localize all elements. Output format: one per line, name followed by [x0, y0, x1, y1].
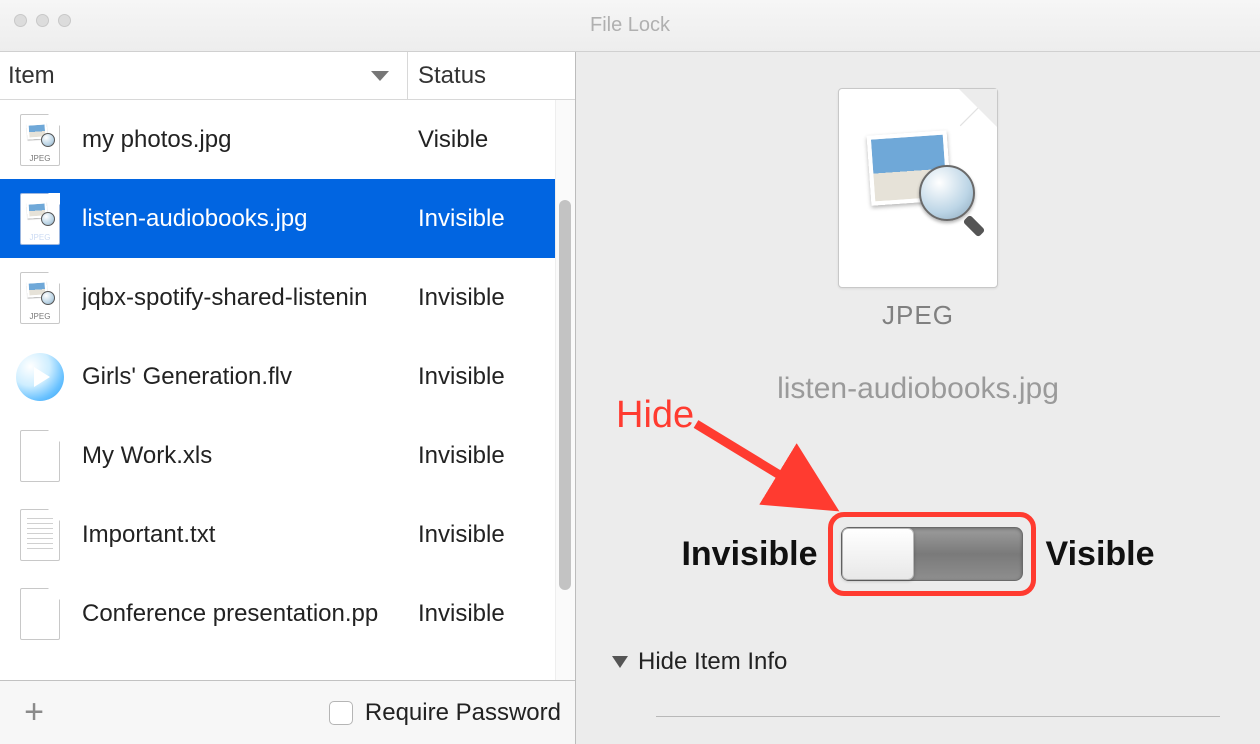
sort-indicator-icon	[371, 71, 389, 81]
file-list-pane: Item Status JPEG my photos.jpg Visible J…	[0, 52, 576, 744]
table-header: Item Status	[0, 52, 575, 100]
invisible-label: Invisible	[681, 535, 817, 574]
annotation-highlight-box	[828, 512, 1036, 596]
generic-file-icon	[16, 426, 64, 486]
add-item-button[interactable]: +	[14, 693, 54, 732]
jpeg-file-icon: JPEG	[16, 110, 64, 170]
file-status: Invisible	[402, 442, 505, 470]
column-header-status-label: Status	[418, 62, 486, 90]
file-preview: JPEG	[838, 88, 998, 331]
column-header-status[interactable]: Status	[408, 52, 575, 99]
minimize-window-button[interactable]	[36, 14, 49, 27]
file-row[interactable]: Important.txt Invisible	[0, 495, 575, 574]
disclosure-triangle-icon	[612, 656, 628, 668]
window-title: File Lock	[0, 14, 1260, 37]
jpeg-file-icon: JPEG	[16, 268, 64, 328]
file-row[interactable]: Girls' Generation.flv Invisible	[0, 337, 575, 416]
detail-divider	[656, 716, 1220, 717]
visibility-toggle[interactable]	[841, 527, 1023, 581]
file-row[interactable]: JPEG jqbx-spotify-shared-listenin Invisi…	[0, 258, 575, 337]
toggle-knob[interactable]	[842, 528, 914, 580]
file-status: Visible	[402, 126, 488, 154]
window-controls	[14, 14, 71, 27]
titlebar: File Lock	[0, 0, 1260, 52]
video-file-icon	[16, 347, 64, 407]
file-name: Important.txt	[82, 521, 402, 549]
file-name: jqbx-spotify-shared-listenin	[82, 284, 402, 312]
file-list: JPEG my photos.jpg Visible JPEG listen-a…	[0, 100, 575, 680]
scrollbar-thumb[interactable]	[559, 200, 571, 590]
text-file-icon	[16, 505, 64, 565]
file-name: My Work.xls	[82, 442, 402, 470]
file-name: listen-audiobooks.jpg	[82, 205, 402, 233]
hide-item-info-label: Hide Item Info	[638, 648, 787, 676]
file-status: Invisible	[402, 363, 505, 391]
require-password-label: Require Password	[365, 699, 561, 727]
file-name: my photos.jpg	[82, 126, 402, 154]
file-status: Invisible	[402, 521, 505, 549]
file-format-label: JPEG	[838, 300, 998, 331]
jpeg-preview-icon	[838, 88, 998, 288]
file-name: Girls' Generation.flv	[82, 363, 402, 391]
file-row[interactable]: My Work.xls Invisible	[0, 416, 575, 495]
require-password-checkbox[interactable]	[329, 701, 353, 725]
file-row[interactable]: JPEG my photos.jpg Visible	[0, 100, 575, 179]
column-header-item[interactable]: Item	[0, 52, 408, 99]
file-row[interactable]: JPEG listen-audiobooks.jpg Invisible	[0, 179, 575, 258]
file-status: Invisible	[402, 205, 505, 233]
file-name: Conference presentation.pp	[82, 600, 402, 628]
scrollbar[interactable]	[555, 100, 575, 680]
file-status: Invisible	[402, 284, 505, 312]
visible-label: Visible	[1046, 535, 1155, 574]
zoom-window-button[interactable]	[58, 14, 71, 27]
file-status: Invisible	[402, 600, 505, 628]
visibility-toggle-row: Invisible Visible	[576, 512, 1260, 596]
annotation-hide-label: Hide	[616, 394, 694, 437]
detail-pane: JPEG listen-audiobooks.jpg Hide Invisibl…	[576, 52, 1260, 744]
main-area: Item Status JPEG my photos.jpg Visible J…	[0, 52, 1260, 744]
generic-file-icon	[16, 584, 64, 644]
jpeg-file-icon: JPEG	[16, 189, 64, 249]
file-row[interactable]: Conference presentation.pp Invisible	[0, 574, 575, 653]
bottom-toolbar: + Require Password	[0, 680, 575, 744]
hide-item-info-toggle[interactable]: Hide Item Info	[612, 648, 787, 676]
column-header-item-label: Item	[8, 62, 55, 90]
close-window-button[interactable]	[14, 14, 27, 27]
